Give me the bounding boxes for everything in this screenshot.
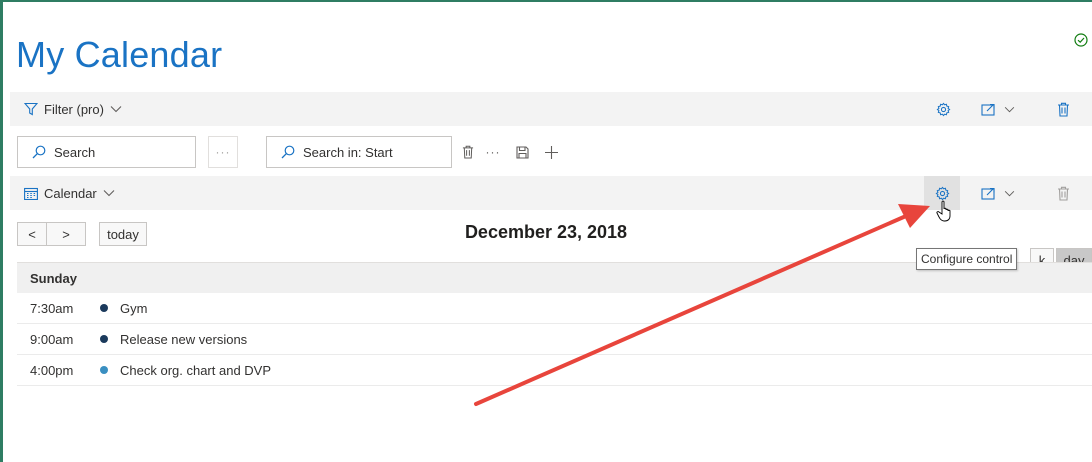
export-dropdown[interactable] <box>974 92 1022 126</box>
delete-button[interactable] <box>1048 92 1078 126</box>
calendar-icon <box>24 187 38 200</box>
page-title: My Calendar <box>16 34 223 75</box>
filter-bar: Filter (pro) <box>10 92 1092 126</box>
search-icon <box>32 145 46 159</box>
scoped-search-input[interactable]: Search in: Start <box>266 136 452 168</box>
more-options-button[interactable]: ··· <box>482 136 504 168</box>
filter-dropdown[interactable]: Filter (pro) <box>24 92 122 126</box>
search-input[interactable]: Search <box>17 136 196 168</box>
filter-label: Filter (pro) <box>44 101 104 117</box>
event-time: 4:00pm <box>30 362 74 378</box>
plus-icon <box>544 145 558 159</box>
event-title: Release new versions <box>120 331 248 347</box>
save-icon <box>515 145 529 159</box>
save-search-button[interactable] <box>512 136 532 168</box>
date-title: December 23, 2018 <box>464 222 628 242</box>
clear-search-button[interactable] <box>458 136 478 168</box>
filter-icon <box>24 102 38 116</box>
event-row[interactable]: 9:00am Release new versions <box>17 324 1092 355</box>
scoped-search-placeholder: Search in: Start <box>303 144 393 160</box>
trash-icon <box>462 145 474 159</box>
gear-icon <box>936 102 950 116</box>
event-dot-icon <box>100 335 108 343</box>
calendar-label: Calendar <box>44 185 97 201</box>
export-icon <box>981 103 995 116</box>
add-search-button[interactable] <box>540 136 562 168</box>
search-more-button[interactable]: ··· <box>208 136 238 168</box>
gear-icon <box>935 186 949 200</box>
export-dropdown[interactable] <box>974 176 1022 210</box>
event-title: Check org. chart and DVP <box>120 362 272 378</box>
export-icon <box>981 187 995 200</box>
chevron-down-icon <box>1004 190 1015 196</box>
event-row[interactable]: 4:00pm Check org. chart and DVP <box>17 355 1092 386</box>
calendar-dropdown[interactable]: Calendar <box>24 176 115 210</box>
hand-cursor-icon <box>936 200 951 222</box>
settings-button[interactable] <box>928 92 958 126</box>
event-dot-icon <box>100 366 108 374</box>
event-row[interactable]: 7:30am Gym <box>17 293 1092 324</box>
chevron-down-icon <box>1004 106 1015 112</box>
chevron-down-icon <box>103 190 115 197</box>
event-title: Gym <box>120 300 148 316</box>
search-placeholder: Search <box>54 144 96 160</box>
event-time: 7:30am <box>30 300 74 316</box>
delete-button[interactable] <box>1048 176 1078 210</box>
event-dot-icon <box>100 304 108 312</box>
event-time: 9:00am <box>30 331 74 347</box>
trash-icon <box>1057 186 1069 201</box>
tooltip: Configure control <box>916 248 1018 270</box>
check-circle-icon <box>1074 33 1088 47</box>
chevron-down-icon <box>110 106 122 113</box>
trash-icon <box>1057 102 1069 117</box>
calendar-bar: Calendar <box>10 176 1092 210</box>
search-icon <box>281 145 295 159</box>
